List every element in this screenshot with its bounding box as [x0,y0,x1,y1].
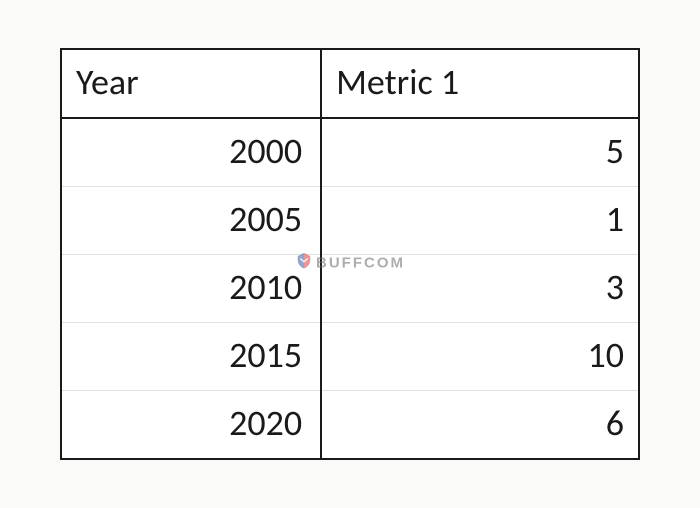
table-row: 2010 3 [61,255,639,323]
table-header-row: Year Metric 1 [61,49,639,118]
cell-metric: 10 [321,323,639,391]
data-table-container: Year Metric 1 2000 5 2005 1 2010 3 2015 … [60,48,640,460]
header-year: Year [61,49,321,118]
table-row: 2015 10 [61,323,639,391]
table-row: 2005 1 [61,187,639,255]
cell-year: 2020 [61,391,321,460]
cell-metric: 6 [321,391,639,460]
cell-year: 2010 [61,255,321,323]
table-row: 2000 5 [61,118,639,187]
table-row: 2020 6 [61,391,639,460]
cell-year: 2005 [61,187,321,255]
cell-metric: 3 [321,255,639,323]
cell-metric: 1 [321,187,639,255]
cell-metric: 5 [321,118,639,187]
cell-year: 2015 [61,323,321,391]
data-table: Year Metric 1 2000 5 2005 1 2010 3 2015 … [60,48,640,460]
header-metric: Metric 1 [321,49,639,118]
cell-year: 2000 [61,118,321,187]
